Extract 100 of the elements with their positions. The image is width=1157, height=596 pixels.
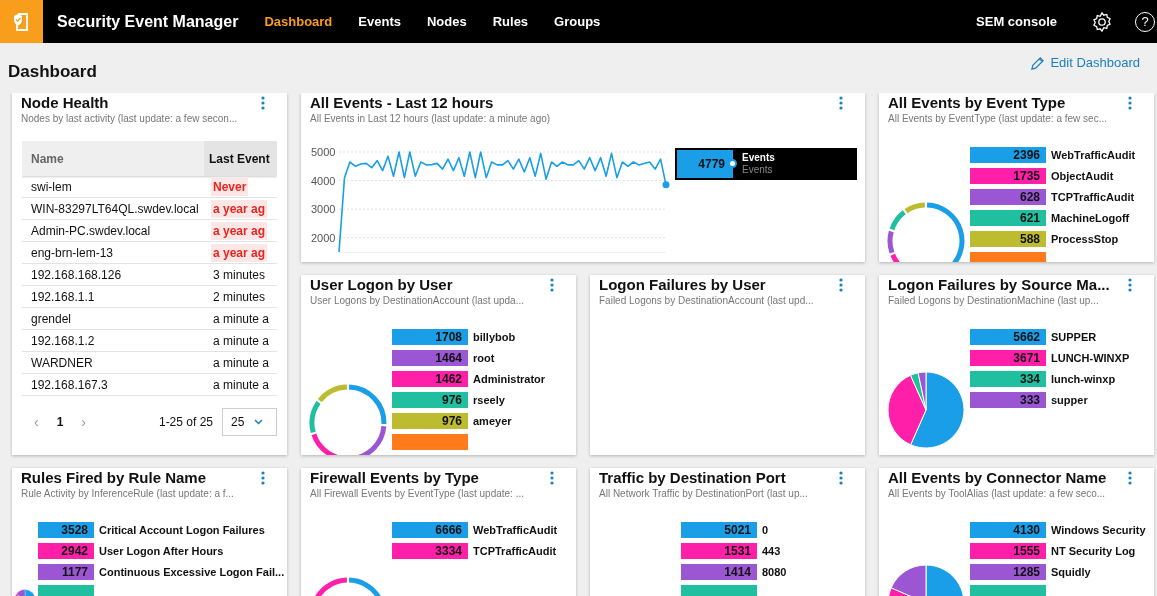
- table-cell: Never: [211, 177, 249, 196]
- legend-swatch: 588: [970, 231, 1046, 247]
- widget-subtitle: Failed Logons by DestinationAccount (last upd...: [598, 294, 815, 307]
- axis-tick-label: 2000: [311, 231, 336, 244]
- axis-tick-label: 5000: [311, 146, 336, 158]
- table-cell-text: a minute a: [212, 376, 271, 394]
- legend-swatch: 2396: [970, 147, 1046, 163]
- page-range: 1-25 of 25: [158, 414, 213, 431]
- legend-swatch: 5662: [970, 329, 1046, 345]
- widget-title: Logon Failures by Source Ma...: [888, 276, 1110, 294]
- table-cell: a year ag: [211, 199, 268, 218]
- legend-label: SUPPER: [1051, 329, 1097, 345]
- legend-label: Continuous Excessive Logon Fail...: [99, 564, 285, 580]
- nav-tab[interactable]: Groups: [554, 11, 601, 32]
- legend-swatch: 3334: [392, 543, 468, 559]
- table-cell-text: swi-lem: [30, 178, 73, 196]
- nav-tab[interactable]: Rules: [492, 11, 529, 32]
- legend-label: root: [473, 350, 495, 366]
- widget-subtitle: Nodes by last activity (last update: a few secon...: [20, 112, 239, 125]
- legend-label: 8080: [762, 564, 787, 580]
- nav-tab[interactable]: Dashboard: [264, 11, 333, 32]
- legend-swatch: 6666: [392, 522, 468, 538]
- legend-swatch: 976: [392, 392, 468, 408]
- legend-swatch: 3671: [970, 350, 1046, 366]
- table-cell-text: a minute a: [212, 310, 271, 328]
- table-cell-text: a minute a: [212, 354, 271, 372]
- legend-label: TCPTrafficAudit: [473, 543, 557, 559]
- legend-label: ObjectAudit: [1051, 168, 1114, 184]
- legend-label: Critical Account Logon Failures: [99, 522, 265, 538]
- legend-label: TCPTrafficAudit: [1051, 189, 1135, 205]
- legend-label: NT Security Log: [1051, 543, 1136, 559]
- legend-swatch: 1555: [970, 543, 1046, 559]
- legend-label: WebTrafficAudit: [1051, 147, 1136, 163]
- widget-title: Rules Fired by Rule Name: [21, 469, 207, 487]
- legend-label: Windows Security: [1051, 522, 1146, 538]
- nav-tab[interactable]: Nodes: [426, 11, 467, 32]
- widget-title: Firewall Events by Type: [310, 469, 479, 487]
- legend-label: ameyer: [473, 413, 512, 429]
- legend-swatch: 1285: [970, 564, 1046, 580]
- legend-label: Squidly: [1051, 564, 1091, 580]
- page-number[interactable]: 1: [56, 413, 64, 431]
- widget-title: All Events by Event Type: [888, 94, 1066, 112]
- table-cell-text: Admin-PC.swdev.local: [30, 222, 152, 240]
- legend-swatch: 1177: [38, 564, 94, 580]
- legend-swatch: 1464: [392, 350, 468, 366]
- table-cell-text: 3 minutes: [212, 266, 267, 284]
- legend-swatch: 976: [392, 413, 468, 429]
- table-cell-text: 192.168.1.2: [30, 332, 96, 350]
- legend-label: 443: [762, 543, 781, 559]
- widget-subtitle: All Events by EventType (last update: a few sec...: [887, 112, 1108, 125]
- legend-label: LUNCH-WINXP: [1051, 350, 1130, 366]
- table-cell-text: grendel: [30, 310, 73, 328]
- table-cell-text: 2 minutes: [212, 288, 267, 306]
- widget-title: User Logon by User: [310, 276, 453, 294]
- widget-subtitle: All Network Traffic by DestinationPort (last up...: [598, 487, 809, 500]
- legend-swatch: 4130: [970, 522, 1046, 538]
- legend-label: 0: [762, 522, 769, 538]
- edit-dashboard-link[interactable]: Edit Dashboard: [1030, 53, 1140, 73]
- legend-label: rseely: [473, 392, 505, 408]
- legend-label: MachineLogoff: [1051, 210, 1130, 226]
- legend-label: Events: [742, 152, 775, 164]
- table-cell-text: a minute a: [212, 332, 271, 350]
- legend-value: 4779: [677, 150, 733, 178]
- table-cell-text: 192.168.1.1: [30, 288, 96, 306]
- legend-sublabel: Events: [742, 164, 774, 176]
- axis-tick-label: 4000: [311, 174, 336, 187]
- legend-label: Administrator: [473, 371, 546, 387]
- legend-label: billybob: [473, 329, 516, 345]
- legend-swatch: 1735: [970, 168, 1046, 184]
- legend-swatch: 333: [970, 392, 1046, 408]
- table-cell-text: 192.168.168.126: [30, 266, 123, 284]
- widget-subtitle: Failed Logons by DestinationMachine (last up...: [887, 294, 1100, 307]
- table-cell-text: 192.168.167.3: [30, 376, 109, 394]
- page-size-select[interactable]: 25: [222, 408, 277, 436]
- legend-swatch: 2942: [38, 543, 94, 559]
- table-cell-text: WIN-83297LT64QL.swdev.local: [30, 200, 200, 218]
- legend-label: supper: [1051, 392, 1088, 408]
- legend-swatch: 1414: [681, 564, 757, 580]
- legend-swatch: 5021: [681, 522, 757, 538]
- legend-swatch: 334: [970, 371, 1046, 387]
- axis-tick-label: 3000: [311, 203, 336, 216]
- widget-subtitle: Rule Activity by InferenceRule (last update: a f...: [20, 487, 235, 500]
- console-link[interactable]: SEM console: [976, 11, 1057, 32]
- legend-swatch: 621: [970, 210, 1046, 226]
- nav-tab[interactable]: Events: [358, 11, 401, 32]
- legend-label: lunch-winxp: [1051, 371, 1116, 387]
- legend-swatch: 1531: [681, 543, 757, 559]
- table-cell: a year ag: [211, 221, 268, 240]
- legend-swatch: 1708: [392, 329, 468, 345]
- legend-label: ProcessStop: [1051, 231, 1119, 247]
- column-header[interactable]: Name: [22, 141, 204, 176]
- table-cell-text: WARDNER: [30, 354, 94, 372]
- table-cell: a year ag: [211, 243, 268, 262]
- legend-swatch: 628: [970, 189, 1046, 205]
- app-title: Security Event Manager: [57, 11, 239, 32]
- legend-swatch: 3528: [38, 522, 94, 538]
- legend-swatch: 1462: [392, 371, 468, 387]
- widget-title: All Events - Last 12 hours: [310, 94, 494, 112]
- column-header[interactable]: Last Event: [204, 141, 277, 176]
- widget-title: Traffic by Destination Port: [599, 469, 786, 487]
